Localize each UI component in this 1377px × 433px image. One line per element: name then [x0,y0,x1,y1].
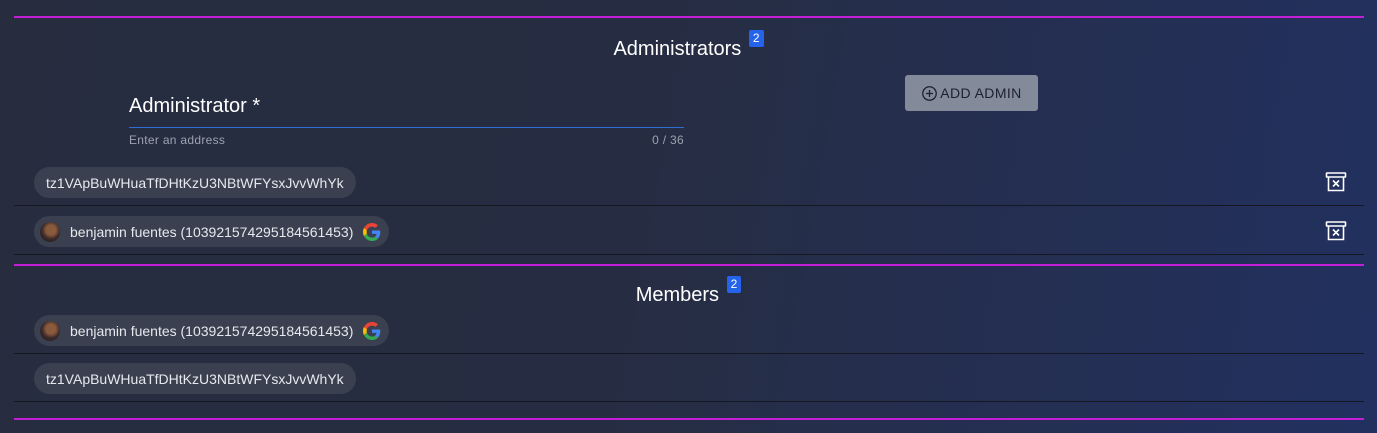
google-icon [363,321,381,340]
admin-row: benjamin fuentes (103921574295184561453) [14,207,1364,255]
section-divider [14,264,1364,266]
avatar [40,221,60,242]
section-divider [14,418,1364,420]
members-title: Members [635,284,720,306]
administrator-field-label: Administrator * [129,95,261,117]
member-address: tz1VApBuWHuaTfDHtKzU3NBtWFYsxJvvWhYk [46,370,344,387]
add-circle-icon [922,85,938,101]
google-icon [363,222,381,241]
member-chip: benjamin fuentes (103921574295184561453) [34,315,390,346]
member-row: benjamin fuentes (103921574295184561453) [14,306,1364,354]
administrator-field-hint: Enter an address [129,133,226,147]
member-name: benjamin fuentes (103921574295184561453) [70,322,354,339]
delete-bin-icon[interactable] [1324,219,1348,243]
member-chip: tz1VApBuWHuaTfDHtKzU3NBtWFYsxJvvWhYk [34,363,356,394]
administrators-title: Administrators [613,38,742,60]
admin-row: tz1VApBuWHuaTfDHtKzU3NBtWFYsxJvvWhYk [14,158,1364,206]
avatar [40,320,60,341]
administrator-address-input[interactable] [129,118,684,128]
add-admin-button[interactable]: ADD ADMIN [905,75,1038,111]
delete-bin-icon[interactable] [1324,170,1348,194]
admin-address: tz1VApBuWHuaTfDHtKzU3NBtWFYsxJvvWhYk [46,174,344,191]
administrators-heading: Administrators 2 [0,30,1377,61]
members-heading: Members 2 [0,276,1377,307]
admin-chip: benjamin fuentes (103921574295184561453) [34,216,390,247]
administrators-count-badge: 2 [748,30,764,47]
admin-name: benjamin fuentes (103921574295184561453) [70,223,354,240]
add-admin-label: ADD ADMIN [940,85,1022,101]
member-row: tz1VApBuWHuaTfDHtKzU3NBtWFYsxJvvWhYk [14,354,1364,402]
admin-chip: tz1VApBuWHuaTfDHtKzU3NBtWFYsxJvvWhYk [34,167,356,198]
administrator-char-counter: 0 / 36 [652,133,684,147]
members-count-badge: 2 [726,276,742,293]
section-divider [14,16,1364,18]
